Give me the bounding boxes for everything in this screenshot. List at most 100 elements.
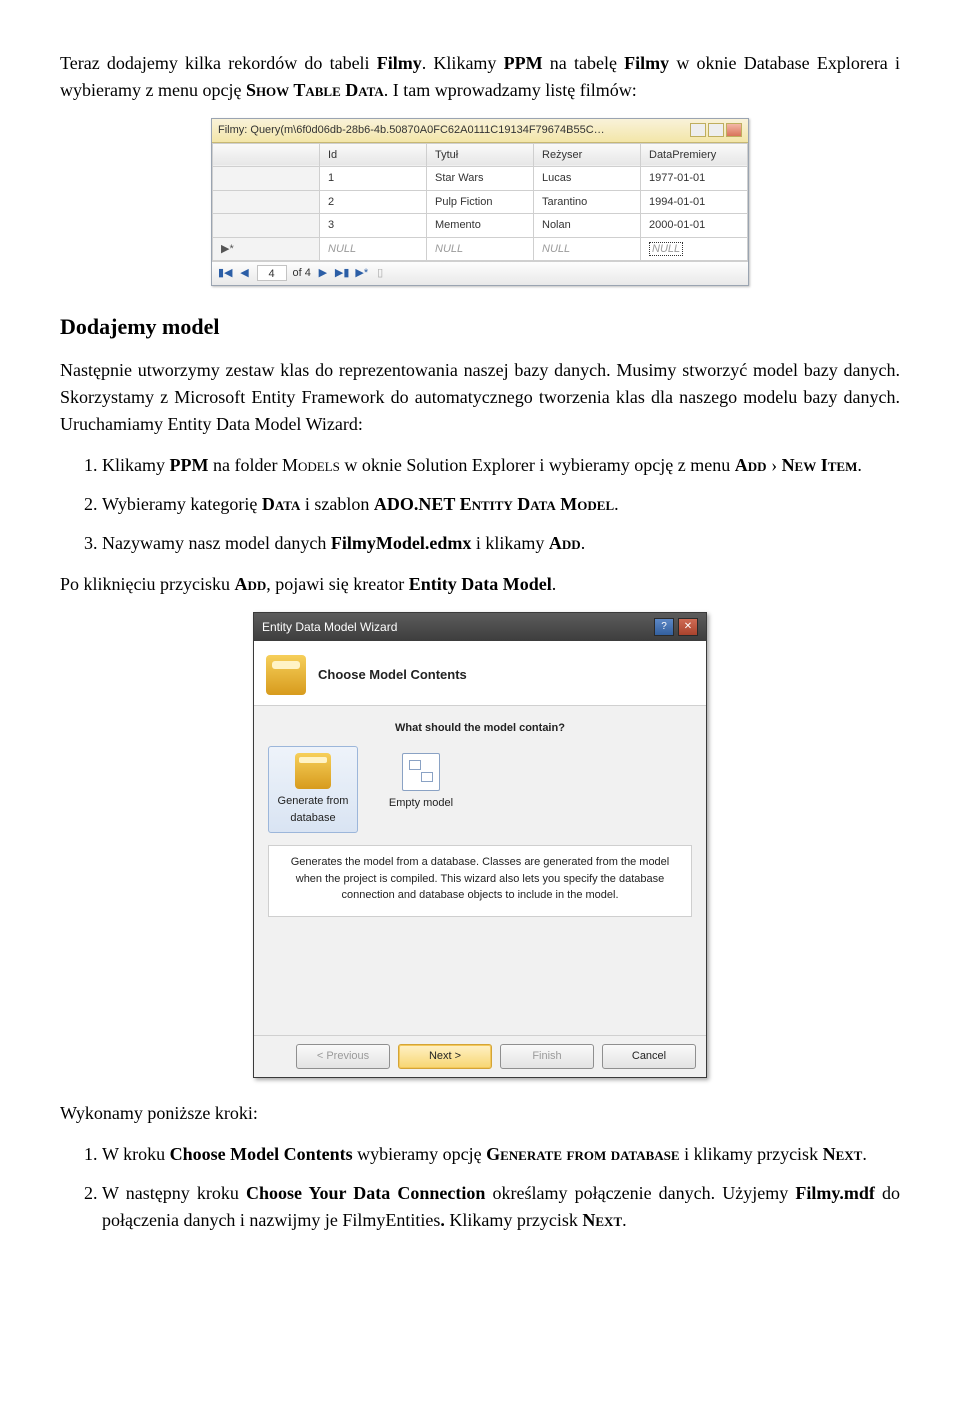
- cell[interactable]: 2: [320, 190, 427, 214]
- wizard-question: What should the model contain?: [268, 720, 692, 737]
- cell-null[interactable]: NULL: [320, 237, 427, 261]
- filmy-query-window: Filmy: Query(m\6f0d06db-28b6-4b.50870A0F…: [211, 118, 749, 286]
- text: Teraz dodajemy kilka rekordów do tabeli: [60, 53, 377, 73]
- row-header-corner: [213, 143, 320, 167]
- nav-of-label: of 4: [293, 265, 311, 282]
- row-header: [213, 214, 320, 238]
- nav-position-input[interactable]: 4: [257, 265, 287, 281]
- table-row[interactable]: 1 Star Wars Lucas 1977-01-01: [213, 167, 748, 191]
- after-click-paragraph: Po kliknięciu przycisku Add, pojawi się …: [60, 571, 900, 598]
- record-navigator[interactable]: ▮◀ ◀ 4 of 4 ▶ ▶▮ ▶* ▯: [212, 261, 748, 285]
- wizard-footer: < Previous Next > Finish Cancel: [254, 1035, 706, 1077]
- finish-button[interactable]: Finish: [500, 1044, 594, 1069]
- wizard-title: Entity Data Model Wizard: [262, 618, 397, 636]
- choice-label: Generate from database: [273, 793, 353, 826]
- choice-label: Empty model: [389, 795, 453, 812]
- dropdown-icon[interactable]: [690, 123, 706, 137]
- wizard-titlebar-buttons: ? ✕: [654, 618, 698, 636]
- wizard-titlebar[interactable]: Entity Data Model Wizard ? ✕: [254, 613, 706, 641]
- database-icon: [266, 655, 306, 695]
- cell[interactable]: Nolan: [534, 214, 641, 238]
- entity-data-model-wizard: Entity Data Model Wizard ? ✕ Choose Mode…: [253, 612, 707, 1078]
- nav-new-icon[interactable]: ▶*: [355, 266, 368, 280]
- titlebar-buttons: [690, 123, 742, 137]
- steps-heading: Wykonamy poniższe kroki:: [60, 1100, 900, 1127]
- text-bold: Filmy: [377, 53, 422, 73]
- table-row-new[interactable]: ▶* NULL NULL NULL NULL: [213, 237, 748, 261]
- next-button[interactable]: Next >: [398, 1044, 492, 1069]
- cell[interactable]: Star Wars: [427, 167, 534, 191]
- nav-last-icon[interactable]: ▶▮: [335, 266, 350, 280]
- column-header[interactable]: Id: [320, 143, 427, 167]
- column-header[interactable]: Tytuł: [427, 143, 534, 167]
- database-icon: [295, 753, 331, 789]
- intro-paragraph: Teraz dodajemy kilka rekordów do tabeli …: [60, 50, 900, 104]
- text: Po kliknięciu przycisku: [60, 574, 234, 594]
- wizard-header-text: Choose Model Contents: [318, 665, 467, 685]
- cell[interactable]: Memento: [427, 214, 534, 238]
- new-row-indicator-icon: ▶*: [213, 237, 320, 261]
- text-bold: PPM: [504, 53, 543, 73]
- column-header[interactable]: DataPremiery: [641, 143, 748, 167]
- data-grid[interactable]: Id Tytuł Reżyser DataPremiery 1 Star War…: [212, 143, 748, 262]
- cell[interactable]: Pulp Fiction: [427, 190, 534, 214]
- cell-null-edit[interactable]: NULL: [649, 242, 683, 256]
- wizard-header: Choose Model Contents: [254, 641, 706, 706]
- maximize-icon[interactable]: [708, 123, 724, 137]
- text: . I tam wprowadzamy listę filmów:: [384, 80, 637, 100]
- choice-empty-model[interactable]: Empty model: [376, 746, 466, 833]
- cell[interactable]: 1994-01-01: [641, 190, 748, 214]
- list-item: Klikamy PPM na folder Models w oknie Sol…: [102, 452, 900, 479]
- nav-first-icon[interactable]: ▮◀: [218, 266, 233, 280]
- nav-prev-icon[interactable]: ◀: [239, 266, 251, 280]
- wizard-description: Generates the model from a database. Cla…: [268, 845, 692, 917]
- choice-generate-from-database[interactable]: Generate from database: [268, 746, 358, 833]
- final-steps-list: W kroku Choose Model Contents wybieramy …: [60, 1141, 900, 1234]
- list-item: W następny kroku Choose Your Data Connec…: [102, 1180, 900, 1234]
- close-icon[interactable]: ✕: [678, 618, 698, 636]
- cell[interactable]: 3: [320, 214, 427, 238]
- cell[interactable]: 2000-01-01: [641, 214, 748, 238]
- close-icon[interactable]: [726, 123, 742, 137]
- wizard-spacer: [268, 917, 692, 1027]
- text: , pojawi się kreator: [266, 574, 408, 594]
- window-titlebar[interactable]: Filmy: Query(m\6f0d06db-28b6-4b.50870A0F…: [212, 119, 748, 143]
- table-header-row: Id Tytuł Reżyser DataPremiery: [213, 143, 748, 167]
- cell[interactable]: 1977-01-01: [641, 167, 748, 191]
- list-item: W kroku Choose Model Contents wybieramy …: [102, 1141, 900, 1168]
- list-item: Nazywamy nasz model danych FilmyModel.ed…: [102, 530, 900, 557]
- row-header: [213, 167, 320, 191]
- cell-editing[interactable]: NULL: [641, 237, 748, 261]
- wizard-body: What should the model contain? Generate …: [254, 706, 706, 1036]
- previous-button[interactable]: < Previous: [296, 1044, 390, 1069]
- cell-null[interactable]: NULL: [534, 237, 641, 261]
- list-item: Wybieramy kategorię Data i szablon ADO.N…: [102, 491, 900, 518]
- cell[interactable]: Lucas: [534, 167, 641, 191]
- text: . Klikamy: [422, 53, 504, 73]
- column-header[interactable]: Reżyser: [534, 143, 641, 167]
- filmy-window-container: Filmy: Query(m\6f0d06db-28b6-4b.50870A0F…: [60, 118, 900, 286]
- cell-null[interactable]: NULL: [427, 237, 534, 261]
- table-row[interactable]: 2 Pulp Fiction Tarantino 1994-01-01: [213, 190, 748, 214]
- nav-next-icon[interactable]: ▶: [317, 266, 329, 280]
- row-header: [213, 190, 320, 214]
- cell[interactable]: Tarantino: [534, 190, 641, 214]
- empty-model-icon: [402, 753, 440, 791]
- text: .: [552, 574, 557, 594]
- text-bold: Filmy: [624, 53, 669, 73]
- nav-separator: ▯: [374, 266, 386, 280]
- table-row[interactable]: 3 Memento Nolan 2000-01-01: [213, 214, 748, 238]
- wizard-container: Entity Data Model Wizard ? ✕ Choose Mode…: [60, 612, 900, 1078]
- help-icon[interactable]: ?: [654, 618, 674, 636]
- window-title: Filmy: Query(m\6f0d06db-28b6-4b.50870A0F…: [218, 122, 608, 139]
- text-bold: Show Table Data: [246, 80, 384, 100]
- cell[interactable]: 1: [320, 167, 427, 191]
- wizard-choices: Generate from database Empty model: [268, 746, 692, 833]
- text-bold: Entity Data Model: [409, 574, 552, 594]
- text: na tabelę: [543, 53, 625, 73]
- text-bold: Add: [234, 574, 266, 594]
- cancel-button[interactable]: Cancel: [602, 1044, 696, 1069]
- model-steps-list: Klikamy PPM na folder Models w oknie Sol…: [60, 452, 900, 557]
- heading-dodajemy-model: Dodajemy model: [60, 310, 900, 343]
- model-paragraph: Następnie utworzymy zestaw klas do repre…: [60, 357, 900, 438]
